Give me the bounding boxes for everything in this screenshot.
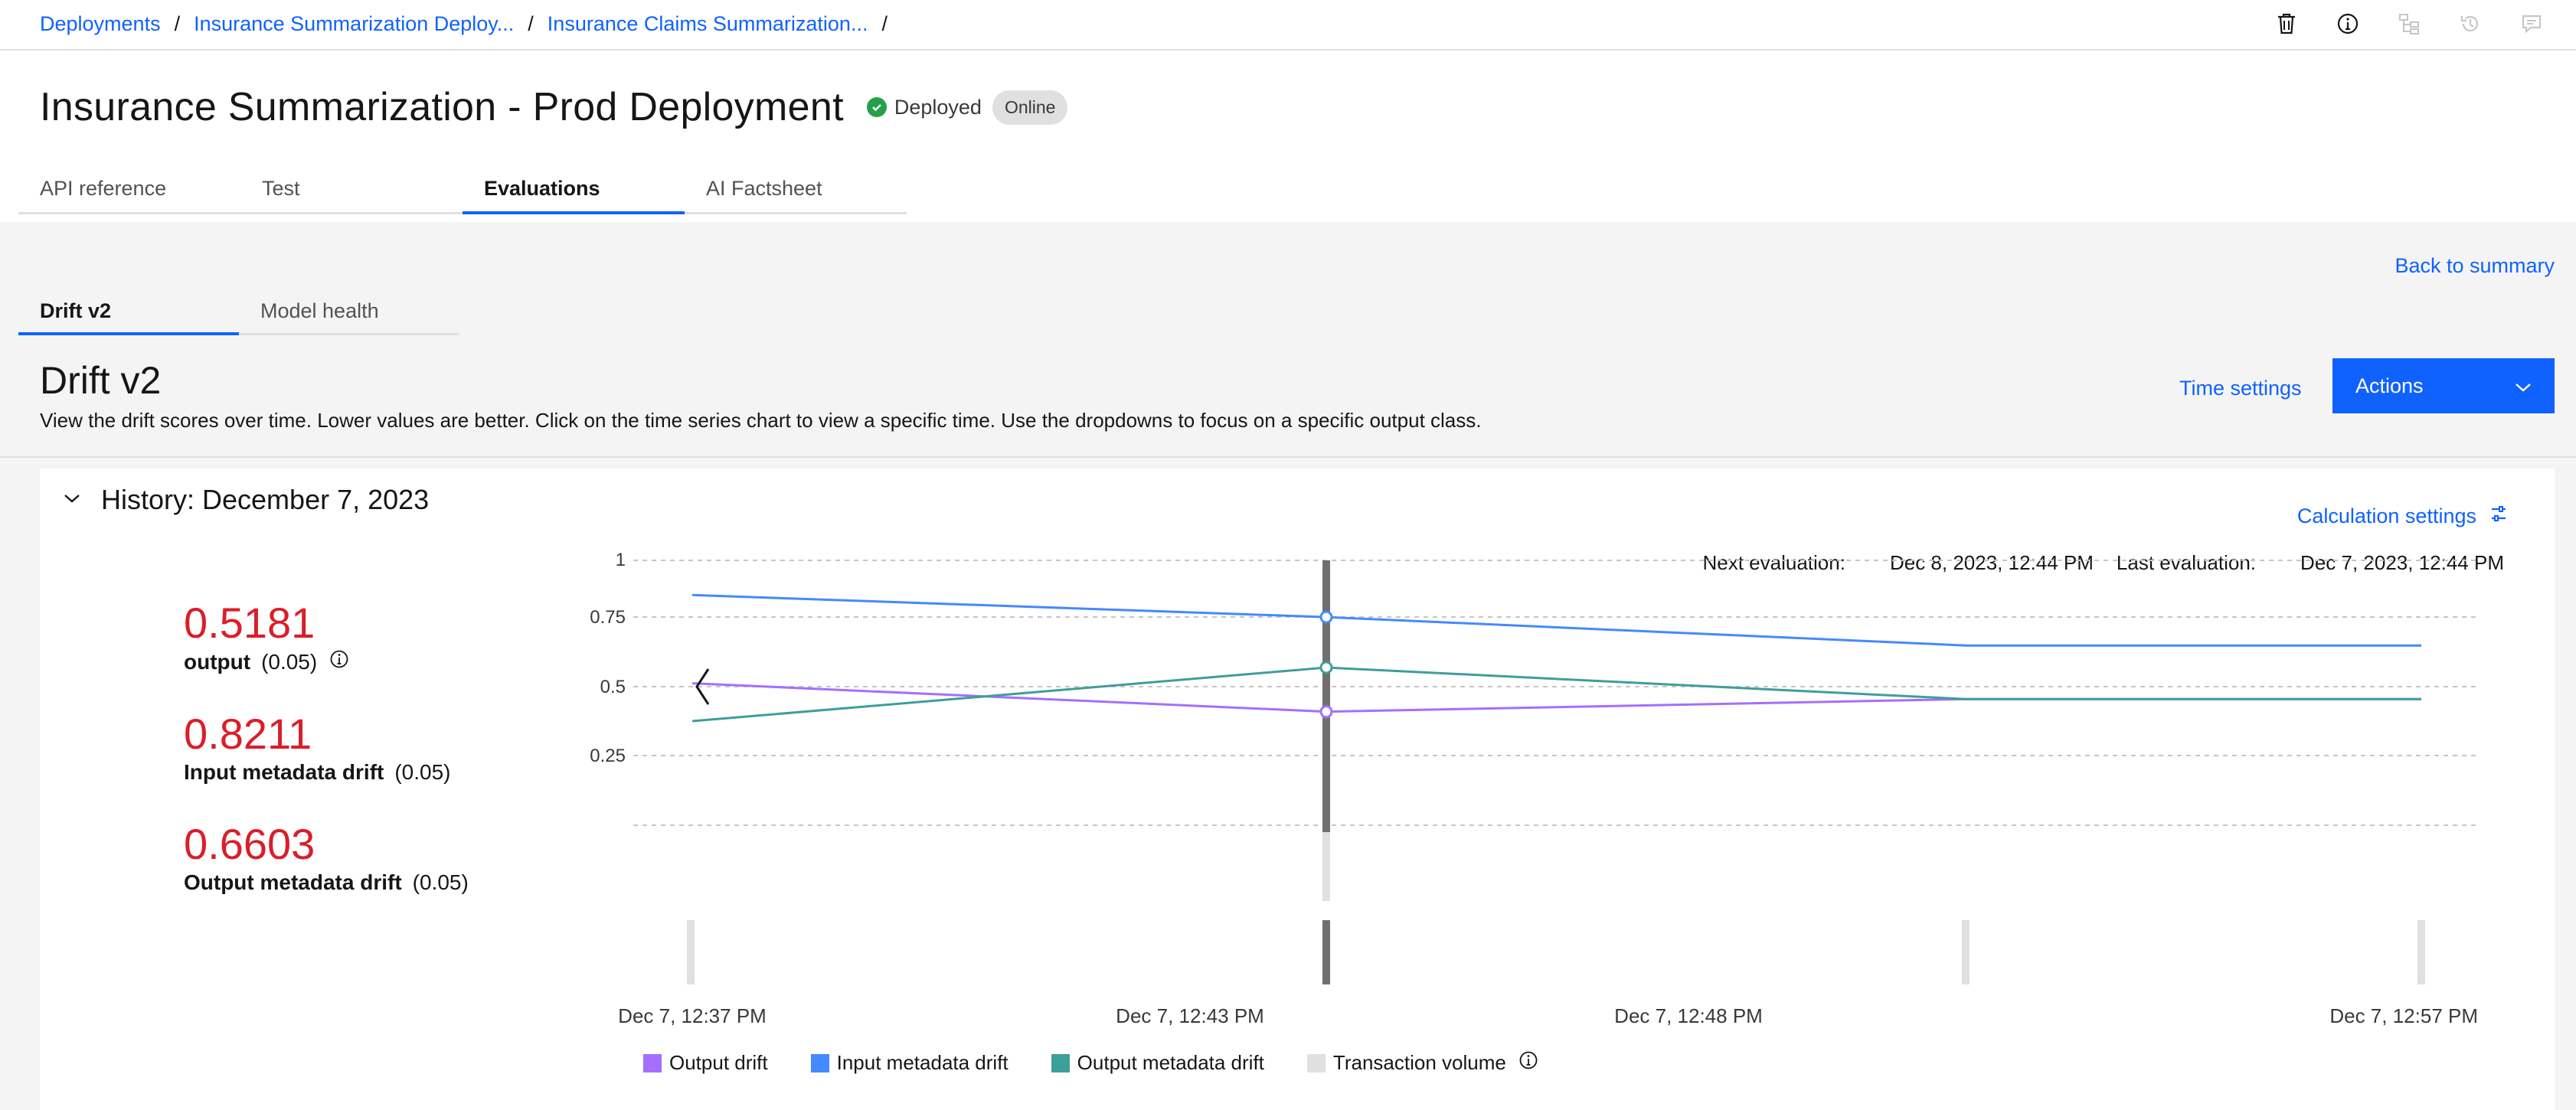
hierarchy-icon (2395, 10, 2423, 38)
x-tick-label: Dec 7, 12:43 PM (1116, 1004, 1264, 1027)
legend-label: Transaction volume (1332, 1051, 1506, 1074)
tab-ai-factsheet[interactable]: AI Factsheet (685, 165, 907, 214)
y-tick-label: 0.25 (590, 746, 626, 766)
legend-label: Output drift (669, 1051, 768, 1074)
history-icon (2457, 10, 2484, 38)
legend-item-output-metadata-drift[interactable]: Output metadata drift (1051, 1051, 1264, 1075)
y-tick-label: 0.75 (590, 607, 626, 628)
x-tick-label: Dec 7, 12:57 PM (2329, 1004, 2478, 1027)
legend-swatch (1051, 1053, 1070, 1072)
x-tick-label: Dec 7, 12:37 PM (618, 1004, 767, 1027)
actions-label: Actions (2355, 374, 2424, 397)
page-title: Insurance Summarization - Prod Deploymen… (40, 85, 844, 129)
time-settings-link[interactable]: Time settings (2179, 377, 2302, 400)
x-tick-label: Dec 7, 12:48 PM (1614, 1004, 1763, 1027)
chat-icon (2518, 10, 2545, 38)
transaction-volume-bar (687, 920, 695, 984)
transaction-volume-bar (2417, 920, 2425, 984)
legend-swatch (810, 1053, 829, 1072)
legend-label: Input metadata drift (836, 1051, 1008, 1074)
actions-dropdown[interactable]: Actions (2332, 358, 2555, 413)
breadcrumb-space[interactable]: Insurance Summarization Deploy... (194, 12, 514, 36)
title-row: Insurance Summarization - Prod Deploymen… (40, 84, 1068, 130)
section-title: Drift v2 (40, 359, 162, 402)
tab-evaluations[interactable]: Evaluations (463, 165, 685, 214)
checkmark-icon (866, 97, 887, 117)
selected-time-line-lower (1322, 832, 1330, 901)
drift-time-series-chart[interactable]: 1 0.75 0.5 0.25 Dec 7, 12:37 PM Dec 7, 12:43 … (40, 468, 2555, 1043)
tab-api-reference[interactable]: API reference (18, 165, 240, 214)
selected-point-marker (1319, 705, 1333, 719)
selected-point-marker (1319, 610, 1333, 624)
breadcrumb-deployments[interactable]: Deployments (40, 12, 161, 36)
transaction-volume-bar (1962, 920, 1970, 984)
y-tick-label: 1 (616, 550, 626, 570)
tab-model-health[interactable]: Model health (239, 289, 459, 335)
breadcrumb-model[interactable]: Insurance Claims Summarization... (548, 12, 868, 36)
legend-item-output-drift[interactable]: Output drift (643, 1051, 768, 1075)
info-icon[interactable] (2334, 10, 2362, 38)
transaction-volume-bar (1322, 920, 1330, 984)
legend-swatch (1306, 1053, 1326, 1072)
deployment-status: Deployed (866, 95, 982, 119)
back-to-summary-link[interactable]: Back to summary (2395, 254, 2555, 278)
sub-tabs: Drift v2 Model health (18, 289, 459, 335)
tab-test[interactable]: Test (240, 165, 463, 214)
legend-label: Output metadata drift (1077, 1051, 1264, 1074)
tab-drift-v2[interactable]: Drift v2 (18, 289, 239, 335)
breadcrumb-separator: / (881, 11, 888, 35)
page-header: Insurance Summarization - Prod Deploymen… (0, 51, 2576, 222)
breadcrumb-separator: / (174, 11, 181, 35)
history-card: History: December 7, 2023 Calculation se… (40, 468, 2555, 1110)
section-description: View the drift scores over time. Lower v… (40, 409, 1482, 432)
legend-swatch (643, 1053, 662, 1072)
breadcrumb: Deployments / Insurance Summarization De… (40, 0, 901, 47)
series-line-input-metadata-drift (691, 593, 2421, 647)
chevron-down-icon (2515, 374, 2532, 398)
top-actions (2273, 0, 2545, 47)
selected-point-marker (1319, 661, 1333, 674)
breadcrumb-separator: / (528, 11, 534, 35)
main-tabs: API reference Test Evaluations AI Factsh… (18, 165, 907, 214)
divider (0, 456, 2576, 458)
top-bar: Deployments / Insurance Summarization De… (0, 0, 2576, 51)
series-line-output-drift (691, 682, 2421, 713)
legend-item-transaction-volume[interactable]: Transaction volume (1306, 1050, 1538, 1076)
status-badge: Online (992, 90, 1068, 125)
content-area: Back to summary Drift v2 Model health Dr… (0, 222, 2576, 1110)
chart-legend: Output drift Input metadata drift Output… (643, 1050, 1581, 1076)
info-icon[interactable] (1518, 1050, 1538, 1076)
status-label: Deployed (894, 95, 982, 119)
trash-icon[interactable] (2273, 10, 2300, 38)
legend-item-input-metadata-drift[interactable]: Input metadata drift (810, 1051, 1008, 1075)
selected-time-line (1322, 560, 1330, 832)
y-tick-label: 0.5 (600, 677, 626, 697)
